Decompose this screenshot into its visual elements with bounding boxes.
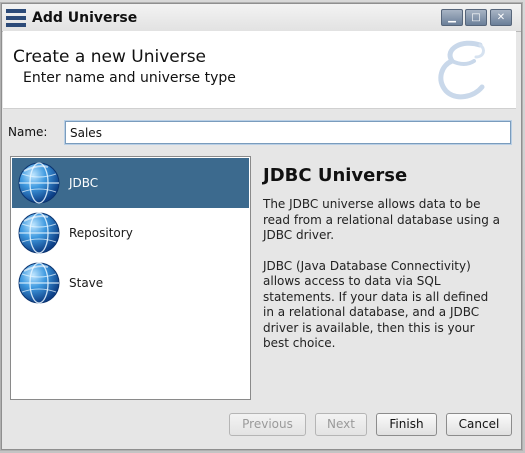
wizard-header: Create a new Universe Enter name and uni… (3, 31, 516, 109)
globe-icon (18, 162, 60, 204)
description-text: The JDBC universe allows data to be read… (263, 197, 503, 367)
universe-type-list[interactable]: JDBC Repository Stave (10, 156, 251, 400)
list-item-jdbc[interactable]: JDBC (12, 158, 249, 208)
title-bar[interactable]: Add Universe ▁ □ ✕ (2, 4, 521, 32)
app-menu-icon[interactable] (5, 8, 27, 28)
maximize-button[interactable]: □ (465, 9, 487, 26)
description-paragraph: The JDBC universe allows data to be read… (263, 197, 501, 242)
next-button[interactable]: Next (315, 413, 367, 436)
list-item-label: JDBC (69, 176, 99, 190)
minimize-button[interactable]: ▁ (441, 9, 463, 26)
previous-button[interactable]: Previous (229, 413, 306, 436)
name-input[interactable] (64, 120, 512, 145)
list-item-label: Stave (69, 276, 104, 290)
list-item-label: Repository (69, 226, 133, 240)
description-paragraph: JDBC (Java Database Connectivity) allows… (263, 258, 489, 351)
window-title: Add Universe (32, 10, 138, 26)
finish-button[interactable]: Finish (376, 413, 437, 436)
watermark-logo-icon (438, 40, 485, 100)
cancel-button[interactable]: Cancel (446, 413, 512, 436)
wizard-subtitle: Enter name and universe type (23, 70, 236, 86)
globe-icon (18, 212, 60, 254)
name-label: Name: (8, 125, 48, 139)
list-item-repository[interactable]: Repository (12, 208, 249, 258)
globe-icon (18, 262, 60, 304)
description-title: JDBC Universe (263, 165, 408, 186)
list-item-stave[interactable]: Stave (12, 258, 249, 308)
close-button[interactable]: ✕ (490, 9, 512, 26)
wizard-title: Create a new Universe (13, 47, 207, 67)
